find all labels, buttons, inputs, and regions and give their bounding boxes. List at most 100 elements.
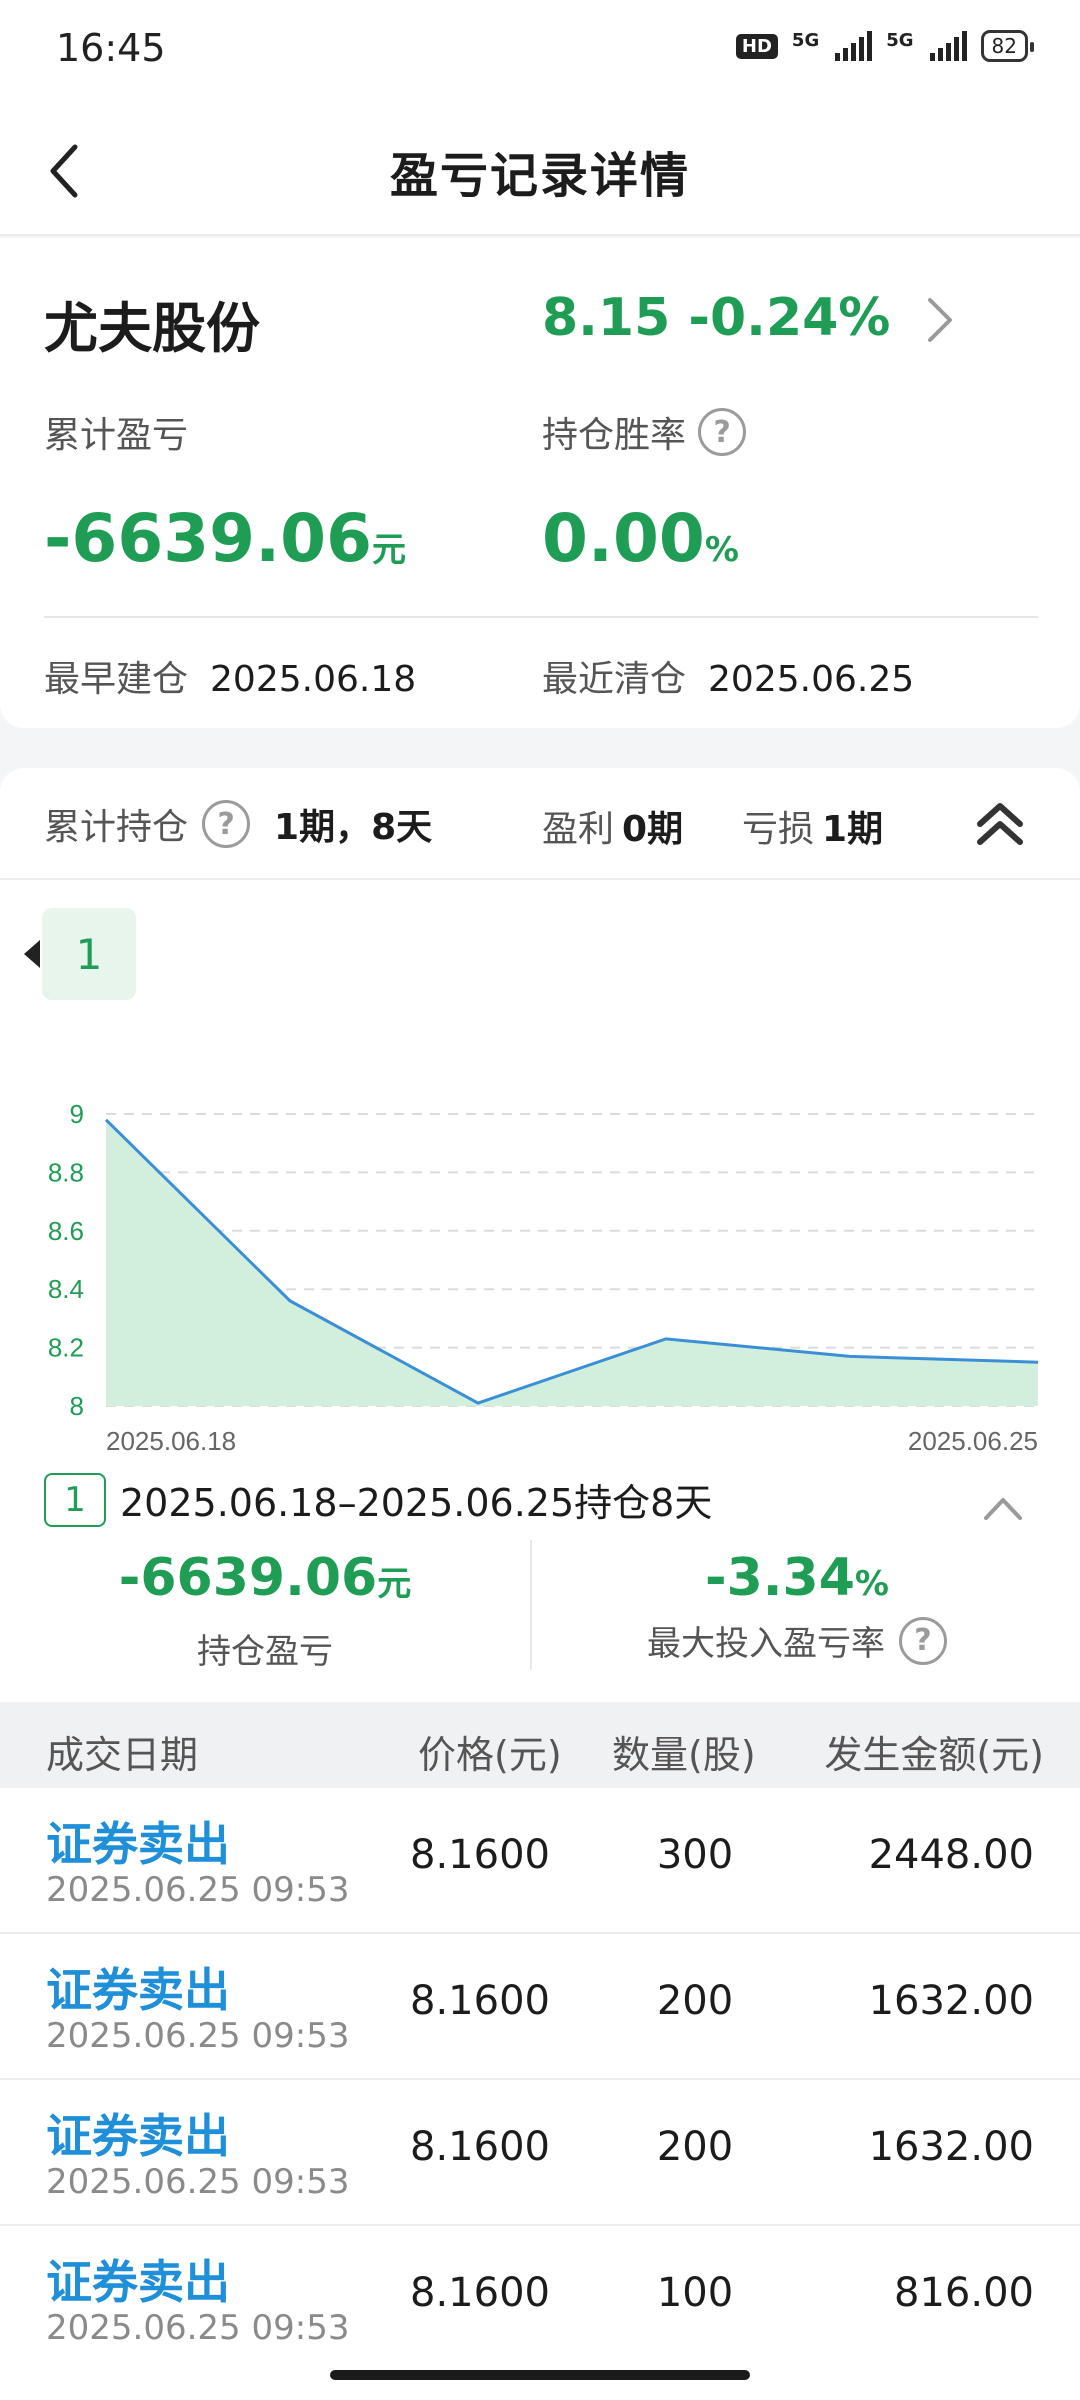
period-pl-number: -6639.06	[118, 1548, 378, 1608]
period-pl-unit: 元	[377, 1564, 412, 1604]
last-close-date: 2025.06.25	[708, 659, 915, 700]
stock-detail-button[interactable]	[920, 290, 970, 350]
status-icons: HD 5G 5G 82	[735, 30, 1035, 62]
trades-header: 成交日期 价格(元) 数量(股) 发生金额(元)	[0, 1702, 1080, 1788]
chart-area	[106, 1119, 1038, 1406]
chart-x-start-label: 2025.06.18	[106, 1426, 236, 1456]
loss-label: 亏损	[742, 809, 815, 850]
trade-time: 2025.06.25 09:53	[46, 1870, 350, 1910]
trade-price: 8.1600	[410, 1978, 550, 2024]
period-pointer-icon	[24, 940, 40, 968]
question-circle-icon[interactable]: ?	[899, 1616, 947, 1665]
cum-pl-value: -6639.06元	[44, 500, 406, 577]
trade-amount: 1632.00	[868, 2124, 1034, 2170]
col-price: 价格(元)	[418, 1733, 562, 1777]
trade-qty: 200	[656, 1978, 734, 2024]
cum-hold-label: 累计持仓	[44, 807, 189, 848]
first-open-label: 最早建仓	[44, 659, 189, 700]
table-row[interactable]: 证券卖出 2025.06.25 09:53 8.1600 200 1632.00	[0, 1934, 1080, 2080]
winrate-number: 0.00	[542, 500, 705, 577]
trade-time: 2025.06.25 09:53	[46, 2162, 350, 2202]
trade-amount: 2448.00	[868, 1832, 1034, 1878]
battery-icon: 82	[980, 30, 1035, 62]
trade-amount: 816.00	[894, 2270, 1034, 2316]
trade-price: 8.1600	[410, 2270, 550, 2316]
trades-list: 证券卖出 2025.06.25 09:53 8.1600 300 2448.00…	[0, 1788, 1080, 2400]
status-bar: 16:45 HD 5G 5G 82	[0, 0, 1080, 100]
price-chart: 9 8.8 8.6 8.4 8.2 8 2025.06.18 2025.06.25	[48, 1099, 1039, 1456]
profit-periods: 盈利 0期	[542, 800, 683, 852]
cum-pl-number: -6639.06	[44, 500, 373, 577]
nav-bar: 盈亏记录详情	[0, 100, 1080, 236]
network-5g-label: 5G	[791, 30, 820, 51]
battery-level: 82	[991, 34, 1017, 58]
y-tick-label: 9	[70, 1099, 84, 1129]
trade-price: 8.1600	[410, 2124, 550, 2170]
cum-pl-label: 累计盈亏	[44, 415, 189, 456]
trade-type: 证券卖出	[46, 1963, 230, 2017]
winrate-unit: %	[704, 530, 739, 570]
y-tick-label: 8	[70, 1391, 84, 1421]
chevron-up-icon	[984, 1498, 1022, 1520]
status-time: 16:45	[56, 26, 166, 70]
table-row[interactable]: 证券卖出 2025.06.25 09:53 8.1600 200 1632.00	[0, 2080, 1080, 2226]
page-title: 盈亏记录详情	[389, 148, 690, 204]
period-range: 2025.06.18–2025.06.25持仓8天	[120, 1481, 713, 1525]
period-pl-label: 持仓盈亏	[197, 1632, 333, 1672]
period-rate-number: -3.34	[705, 1548, 855, 1608]
first-open: 最早建仓 2025.06.18	[44, 650, 416, 702]
y-tick-label: 8.2	[48, 1333, 84, 1363]
chevron-right-icon	[928, 298, 952, 342]
question-circle-icon[interactable]: ?	[202, 800, 251, 848]
trade-time: 2025.06.25 09:53	[46, 2308, 350, 2348]
winrate-value: 0.00%	[542, 500, 739, 577]
double-chevron-up-icon	[977, 803, 1023, 845]
period-rate-value: -3.34%	[532, 1548, 1062, 1608]
question-circle-icon[interactable]: ?	[698, 408, 747, 456]
stock-change: -0.24%	[688, 288, 891, 348]
trade-qty: 100	[656, 2270, 734, 2316]
period-detail-head: 1 2025.06.18–2025.06.25持仓8天	[44, 1472, 712, 1527]
period-tab[interactable]: 1	[42, 908, 136, 1000]
holding-card: 累计持仓 ? 1期，8天 盈利 0期 亏损 1期 1 9 8.8 8.6 8.4 8.2 8 …	[0, 768, 1080, 1708]
trade-price: 8.1600	[410, 1832, 550, 1878]
period-badge: 1	[44, 1472, 106, 1527]
trade-amount: 1632.00	[868, 1978, 1034, 2024]
profit-value: 0期	[622, 809, 684, 850]
stock-quote[interactable]: 8.15 -0.24%	[542, 288, 890, 348]
cum-hold: 累计持仓 ? 1期，8天	[44, 798, 432, 850]
stock-price: 8.15	[542, 288, 671, 348]
signal-icon	[835, 31, 873, 61]
profit-label: 盈利	[542, 809, 615, 850]
table-row[interactable]: 证券卖出 2025.06.25 09:53 8.1600 100 816.00	[0, 2226, 1080, 2372]
winrate-label: 持仓胜率	[542, 415, 687, 456]
home-indicator[interactable]	[330, 2370, 750, 2380]
collapse-button[interactable]	[970, 796, 1036, 856]
period-collapse-button[interactable]	[978, 1488, 1028, 1528]
holding-summary-row: 累计持仓 ? 1期，8天 盈利 0期 亏损 1期	[0, 768, 1080, 880]
network-5g-label-2: 5G	[886, 30, 914, 51]
trade-time: 2025.06.25 09:53	[46, 2016, 350, 2056]
last-close: 最近清仓 2025.06.25	[542, 650, 914, 702]
table-row[interactable]: 证券卖出 2025.06.25 09:53 8.1600 300 2448.00	[0, 1788, 1080, 1934]
trade-type: 证券卖出	[46, 2255, 230, 2309]
chart-y-ticks: 9 8.8 8.6 8.4 8.2 8	[48, 1099, 84, 1421]
trade-qty: 300	[656, 1832, 734, 1878]
y-tick-label: 8.6	[48, 1216, 84, 1246]
col-qty: 数量(股)	[612, 1733, 756, 1777]
trade-qty: 200	[656, 2124, 734, 2170]
last-close-label: 最近清仓	[542, 659, 687, 700]
period-rate-label: 最大投入盈亏率	[647, 1624, 885, 1664]
trade-type: 证券卖出	[46, 2109, 230, 2163]
divider	[44, 616, 1038, 618]
loss-value: 1期	[822, 809, 884, 850]
period-rate-unit: %	[854, 1564, 889, 1604]
period-rate-label-row: 最大投入盈亏率 ?	[532, 1616, 1062, 1665]
hd-icon: HD	[735, 33, 778, 59]
stock-name: 尤夫股份	[44, 297, 260, 360]
winrate-label-row: 持仓胜率 ?	[542, 406, 747, 458]
chart-x-end-label: 2025.06.25	[908, 1426, 1038, 1456]
col-date: 成交日期	[46, 1733, 199, 1777]
y-tick-label: 8.8	[48, 1157, 84, 1187]
signal-icon-2	[929, 31, 967, 61]
